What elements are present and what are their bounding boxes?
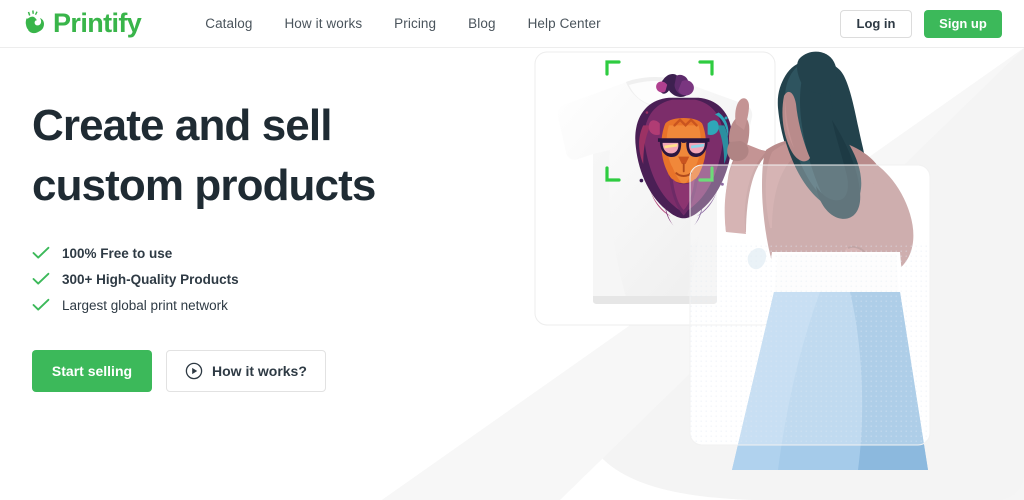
play-circle-icon <box>185 362 203 380</box>
logo-text: Printify <box>53 8 142 38</box>
header-actions: Log in Sign up <box>840 9 1002 38</box>
printify-hand-logo-icon <box>24 9 50 38</box>
logo[interactable]: Printify <box>24 8 142 38</box>
site-header: Printify Catalog How it works Pricing Bl… <box>0 0 1024 48</box>
hero-title-line-2: custom products <box>32 161 376 210</box>
feature-list: 100% Free to use 300+ High-Quality Produ… <box>32 240 492 318</box>
login-button[interactable]: Log in <box>840 9 912 38</box>
nav-item-blog[interactable]: Blog <box>452 16 511 31</box>
check-icon <box>32 272 50 286</box>
list-item: Largest global print network <box>32 292 492 318</box>
main-navigation: Catalog How it works Pricing Blog Help C… <box>189 16 616 31</box>
feature-label: Largest global print network <box>62 297 228 313</box>
feature-label: 100% Free to use <box>62 245 173 261</box>
how-it-works-label: How it works? <box>212 363 307 379</box>
check-icon <box>32 246 50 260</box>
nav-item-how-it-works[interactable]: How it works <box>268 16 378 31</box>
page-title: Create and sell custom products <box>32 96 492 216</box>
how-it-works-button[interactable]: How it works? <box>166 350 326 392</box>
cta-row: Start selling How it works? <box>32 350 492 392</box>
list-item: 300+ High-Quality Products <box>32 266 492 292</box>
start-selling-button[interactable]: Start selling <box>32 350 152 392</box>
nav-item-catalog[interactable]: Catalog <box>189 16 268 31</box>
printify-landing-page: Printify Catalog How it works Pricing Bl… <box>0 0 1024 500</box>
feature-label: 300+ High-Quality Products <box>62 271 239 287</box>
nav-item-help-center[interactable]: Help Center <box>512 16 617 31</box>
hero-title-line-1: Create and sell <box>32 101 332 150</box>
signup-button[interactable]: Sign up <box>924 9 1002 38</box>
hero-content: Create and sell custom products 100% Fre… <box>32 96 492 392</box>
nav-item-pricing[interactable]: Pricing <box>378 16 452 31</box>
list-item: 100% Free to use <box>32 240 492 266</box>
check-icon <box>32 298 50 312</box>
